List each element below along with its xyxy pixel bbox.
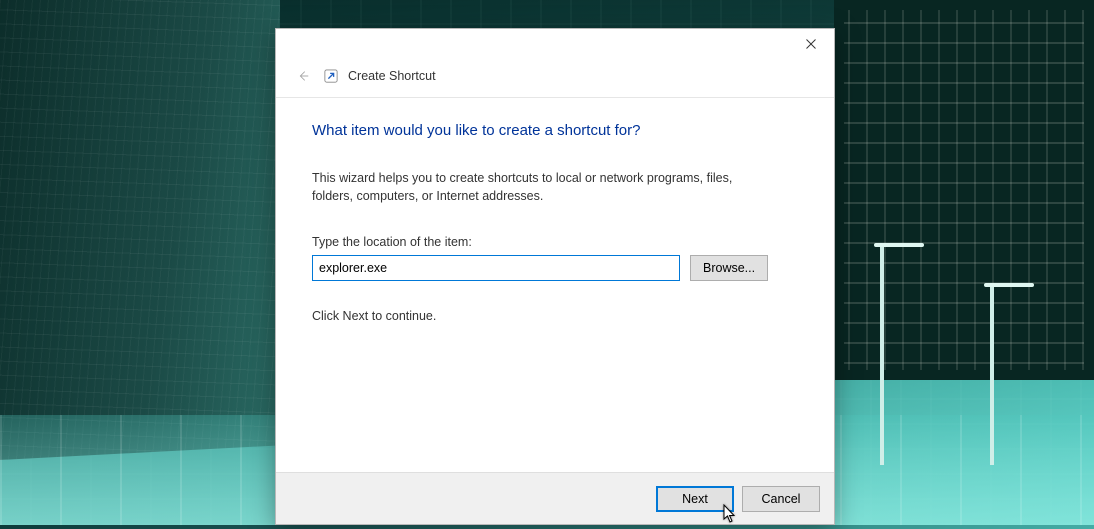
close-button[interactable] [788, 29, 834, 59]
continue-instruction: Click Next to continue. [312, 309, 798, 323]
dialog-footer: Next Cancel [276, 472, 834, 524]
shortcut-arrow-icon [324, 69, 338, 83]
titlebar [276, 29, 834, 61]
wizard-description: This wizard helps you to create shortcut… [312, 169, 772, 205]
back-button[interactable] [292, 65, 314, 87]
cancel-button[interactable]: Cancel [742, 486, 820, 512]
location-label: Type the location of the item: [312, 235, 798, 249]
back-arrow-icon [296, 69, 310, 83]
create-shortcut-dialog: Create Shortcut What item would you like… [275, 28, 835, 525]
next-button[interactable]: Next [656, 486, 734, 512]
breadcrumb: Create Shortcut [276, 61, 834, 98]
browse-button[interactable]: Browse... [690, 255, 768, 281]
window-title: Create Shortcut [348, 69, 436, 83]
close-icon [806, 39, 816, 49]
location-input[interactable] [312, 255, 680, 281]
dialog-content: What item would you like to create a sho… [276, 98, 834, 472]
page-heading: What item would you like to create a sho… [312, 122, 798, 139]
